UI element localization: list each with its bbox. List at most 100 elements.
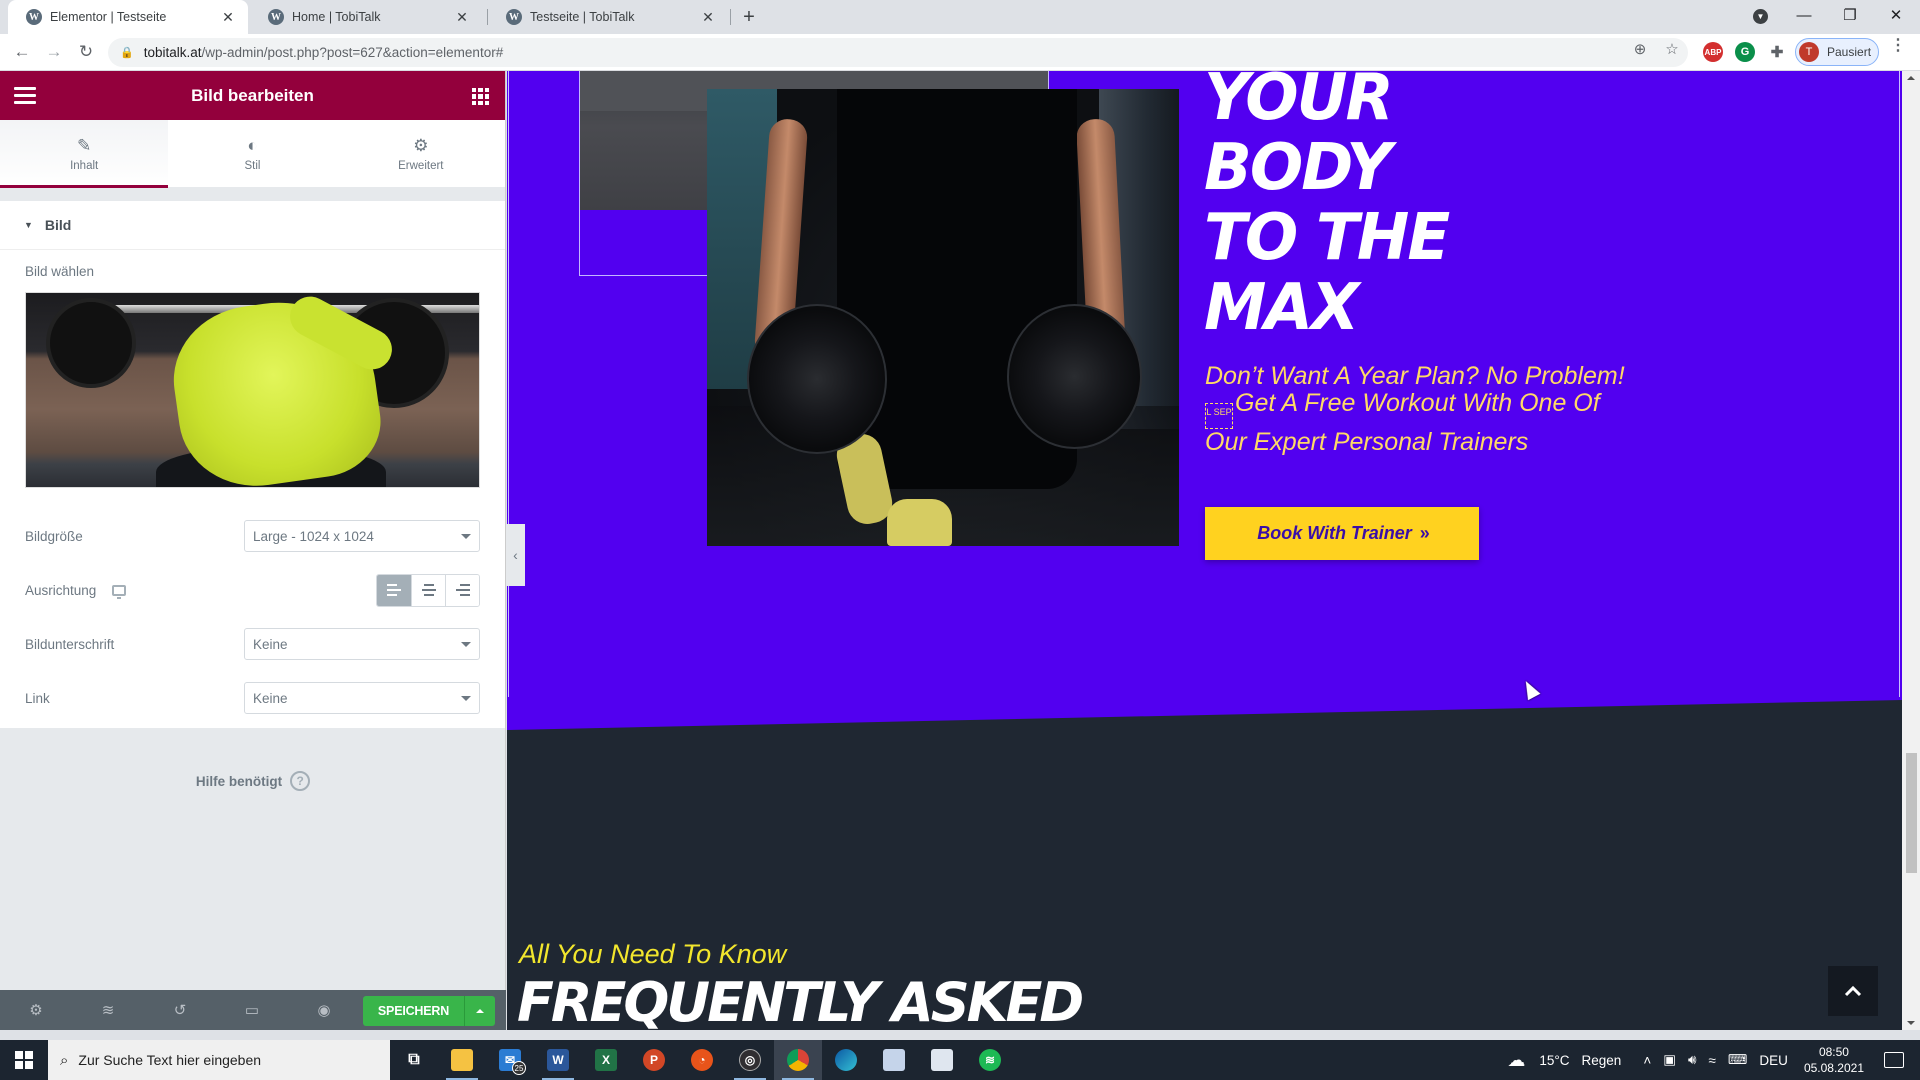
taskbar-search-box[interactable]: ⌕ Zur Suche Text hier eingeben bbox=[48, 1040, 390, 1080]
wifi-icon[interactable]: ≈ bbox=[1709, 1053, 1716, 1068]
new-tab-button[interactable]: + bbox=[738, 6, 760, 28]
subtext-line-2: L SEP Get A Free Workout With One Of bbox=[1205, 390, 1725, 429]
preview-scrollbar[interactable] bbox=[1902, 71, 1920, 1030]
clock[interactable]: 08:50 05.08.2021 bbox=[1804, 1044, 1864, 1076]
scroll-to-top-button[interactable] bbox=[1828, 966, 1878, 1016]
align-right-button[interactable] bbox=[445, 574, 479, 606]
weather-desc[interactable]: Regen bbox=[1582, 1053, 1622, 1068]
app-notes-icon[interactable] bbox=[918, 1040, 966, 1080]
image-picker[interactable] bbox=[25, 292, 480, 488]
mail-icon[interactable]: ✉ 25 bbox=[486, 1040, 534, 1080]
weather-temp[interactable]: 15°C bbox=[1539, 1053, 1569, 1068]
panel-collapse-handle[interactable]: ‹ bbox=[506, 524, 525, 586]
photo-dumbbell-shape bbox=[1007, 304, 1142, 449]
grammarly-icon[interactable]: G bbox=[1735, 42, 1755, 62]
close-icon[interactable]: ✕ bbox=[700, 9, 716, 26]
scroll-up-arrow-icon[interactable] bbox=[1907, 76, 1915, 80]
show-hidden-icons-icon[interactable]: ˄ bbox=[1643, 1053, 1651, 1068]
bookmark-star-icon[interactable]: ☆ bbox=[1661, 40, 1683, 58]
caption-select[interactable]: Keine bbox=[244, 628, 480, 660]
headline-line: MAX bbox=[1204, 271, 1359, 345]
dropdown-arrow-icon bbox=[461, 642, 471, 647]
section-toggle-bild[interactable]: ▼ Bild bbox=[0, 201, 505, 250]
close-icon[interactable]: ✕ bbox=[454, 9, 470, 26]
tab-stil[interactable]: ◐ Stil bbox=[168, 120, 336, 187]
navigator-layers-icon[interactable]: ≋ bbox=[72, 1001, 144, 1019]
minimize-button[interactable]: — bbox=[1781, 0, 1827, 30]
elementor-panel: Bild bearbeiten ✎ Inhalt ◐ Stil ⚙ Erweit… bbox=[0, 71, 506, 990]
chrome-icon[interactable] bbox=[774, 1040, 822, 1080]
tab-erweitert[interactable]: ⚙ Erweitert bbox=[337, 120, 505, 187]
obs-icon[interactable]: ◎ bbox=[726, 1040, 774, 1080]
excel-icon[interactable]: X bbox=[582, 1040, 630, 1080]
alignment-label-group: Ausrichtung bbox=[25, 583, 127, 599]
address-bar[interactable]: 🔒 tobitalk.at /wp-admin/post.php?post=62… bbox=[108, 38, 1688, 67]
hamburger-menu-icon[interactable] bbox=[14, 87, 36, 108]
trainer-image[interactable] bbox=[707, 89, 1179, 546]
tab-testseite-tobitalk[interactable]: W Testseite | TobiTalk ✕ bbox=[488, 0, 728, 34]
back-icon[interactable]: ← bbox=[10, 40, 34, 64]
app-headset-icon[interactable]: ◔ bbox=[678, 1040, 726, 1080]
field-image-size: Bildgröße Large - 1024 x 1024 bbox=[25, 516, 480, 556]
select-value: Keine bbox=[253, 690, 288, 706]
close-icon[interactable]: ✕ bbox=[220, 9, 236, 26]
preview-eye-icon[interactable]: ◉ bbox=[288, 1001, 360, 1019]
image-size-select[interactable]: Large - 1024 x 1024 bbox=[244, 520, 480, 552]
app-document-icon[interactable] bbox=[870, 1040, 918, 1080]
gear-icon: ⚙ bbox=[413, 135, 429, 155]
keyboard-icon[interactable]: ⌨ bbox=[1728, 1052, 1748, 1068]
extensions-puzzle-icon[interactable]: ✚ bbox=[1767, 42, 1787, 62]
panel-tabs: ✎ Inhalt ◐ Stil ⚙ Erweitert bbox=[0, 120, 505, 188]
tab-home-tobitalk[interactable]: W Home | TobiTalk ✕ bbox=[250, 0, 482, 34]
align-center-button[interactable] bbox=[411, 574, 445, 606]
clock-time: 08:50 bbox=[1818, 1045, 1849, 1059]
tab-label: Inhalt bbox=[70, 159, 99, 172]
file-explorer-icon[interactable] bbox=[438, 1040, 486, 1080]
clock-date: 05.08.2021 bbox=[1803, 1061, 1864, 1075]
link-select[interactable]: Keine bbox=[244, 682, 480, 714]
save-button[interactable]: SPEICHERN bbox=[363, 996, 464, 1026]
desktop-icon[interactable] bbox=[112, 584, 127, 599]
faq-kicker: All You Need To Know bbox=[519, 939, 787, 969]
task-view-icon[interactable]: ⧉ bbox=[390, 1040, 438, 1080]
save-options-button[interactable] bbox=[464, 996, 495, 1026]
book-with-trainer-button[interactable]: Book With Trainer » bbox=[1205, 507, 1479, 560]
adblock-plus-icon[interactable]: ABP bbox=[1703, 42, 1723, 62]
tab-elementor-testseite[interactable]: W Elementor | Testseite ✕ bbox=[8, 0, 248, 34]
responsive-mode-icon[interactable]: ▭ bbox=[216, 1001, 288, 1019]
headline-line: BODY bbox=[1204, 131, 1392, 205]
help-link[interactable]: Hilfe benötigt ? bbox=[0, 771, 506, 791]
restore-button[interactable]: ❐ bbox=[1827, 0, 1873, 30]
tab-title: Elementor | Testseite bbox=[50, 10, 167, 24]
scrollbar-thumb[interactable] bbox=[1906, 753, 1917, 873]
notification-center-icon[interactable] bbox=[1884, 1052, 1904, 1068]
camera-icon[interactable]: ▣ bbox=[1663, 1052, 1676, 1068]
edge-icon[interactable] bbox=[822, 1040, 870, 1080]
forward-icon[interactable]: → bbox=[42, 40, 66, 64]
volume-icon[interactable]: 🔊︎ bbox=[1688, 1052, 1697, 1068]
section-title: Bild bbox=[44, 217, 72, 233]
spotify-icon[interactable]: ≋ bbox=[966, 1040, 1014, 1080]
caret-down-icon: ▼ bbox=[24, 220, 33, 230]
tab-inhalt[interactable]: ✎ Inhalt bbox=[0, 120, 169, 188]
select-value: Large - 1024 x 1024 bbox=[253, 528, 374, 544]
start-button[interactable] bbox=[0, 1040, 48, 1080]
powerpoint-icon[interactable]: P bbox=[630, 1040, 678, 1080]
tab-search-icon[interactable]: ▼ bbox=[1753, 9, 1768, 24]
history-icon[interactable]: ↺ bbox=[144, 1001, 216, 1019]
divider-slant bbox=[507, 697, 1902, 730]
align-left-button[interactable] bbox=[377, 574, 411, 606]
language-indicator[interactable]: DEU bbox=[1759, 1053, 1788, 1068]
windows-taskbar: ⌕ Zur Suche Text hier eingeben ⧉ ✉ 25 W X… bbox=[0, 1040, 1920, 1080]
double-chevron-right-icon: » bbox=[1419, 523, 1430, 543]
hero-section[interactable]: YOUR BODY TO THE MAX Don’t Want A Year P… bbox=[507, 71, 1902, 697]
word-icon[interactable]: W bbox=[534, 1040, 582, 1080]
settings-gear-icon[interactable]: ⚙ bbox=[0, 1001, 72, 1019]
profile-button[interactable]: T Pausiert bbox=[1795, 38, 1879, 66]
widgets-grid-icon[interactable] bbox=[472, 88, 489, 105]
close-window-button[interactable]: ✕ bbox=[1873, 0, 1919, 30]
reload-icon[interactable]: ↻ bbox=[74, 40, 98, 64]
zoom-icon[interactable]: ⊕ bbox=[1629, 40, 1651, 58]
browser-menu-icon[interactable]: ⋮ bbox=[1890, 38, 1906, 54]
scroll-down-arrow-icon[interactable] bbox=[1907, 1021, 1915, 1025]
